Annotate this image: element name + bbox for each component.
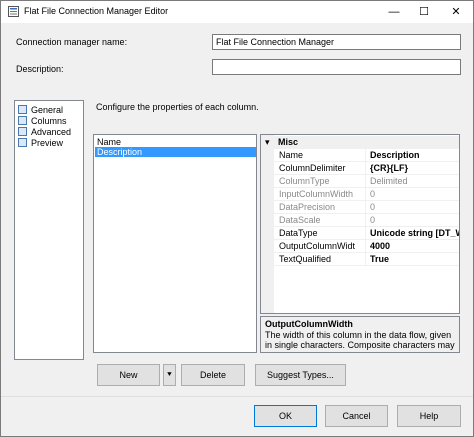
instruction-text: Configure the properties of each column. (96, 102, 259, 112)
description-label: Description: (16, 64, 64, 74)
nav-item-label: General (31, 104, 64, 115)
ok-button[interactable]: OK (254, 405, 317, 427)
property-value: 0 (370, 189, 376, 199)
minimize-icon[interactable]: — (379, 1, 409, 23)
property-row-data-type[interactable]: DataType Unicode string [DT_WSTR] (274, 227, 459, 240)
property-name: InputColumnWidth (279, 189, 354, 199)
preview-page-icon (18, 138, 27, 147)
nav-item-label: Columns (31, 115, 67, 126)
property-name: ColumnDelimiter (279, 163, 346, 173)
property-row-column-delimiter[interactable]: ColumnDelimiter {CR}{LF} (274, 162, 459, 175)
description-input[interactable] (212, 59, 461, 75)
nav-item-label: Preview (31, 137, 64, 148)
property-row-output-column-width[interactable]: OutputColumnWidtl 4000 (274, 240, 459, 253)
property-value: 0 (370, 215, 376, 225)
property-name: DataScale (279, 215, 321, 225)
property-row-name[interactable]: Name Description (274, 149, 459, 162)
nav-item-label: Advanced (31, 126, 72, 137)
suggest-types-button[interactable]: Suggest Types... (255, 364, 346, 386)
close-icon[interactable]: ✕ (441, 1, 471, 23)
property-row-data-scale[interactable]: DataScale 0 (274, 214, 459, 227)
new-dropdown-icon[interactable]: ⯆ (163, 364, 176, 386)
property-name: Name (279, 150, 304, 160)
nav-item-advanced[interactable]: Advanced (18, 126, 71, 137)
help-button[interactable]: Help (397, 405, 461, 427)
property-description-title: OutputColumnWidth (265, 319, 353, 329)
property-row-text-qualified[interactable]: TextQualified True (274, 253, 459, 266)
advanced-page-icon (18, 127, 27, 136)
page-nav: General Columns Advanced Preview (14, 100, 84, 360)
window-title: Flat File Connection Manager Editor (24, 6, 169, 16)
category-label: Misc (278, 137, 299, 147)
category-row[interactable]: ▾ Misc (261, 136, 459, 149)
property-value: 0 (370, 202, 376, 212)
connection-name-input[interactable]: Flat File Connection Manager (212, 34, 461, 50)
property-name: DataPrecision (279, 202, 336, 212)
property-value[interactable]: {CR}{LF} (370, 163, 459, 173)
columns-list[interactable]: Name Description (93, 134, 257, 353)
connection-name-label: Connection manager name: (16, 37, 128, 47)
property-name: TextQualified (279, 254, 332, 264)
property-row-column-type[interactable]: ColumnType Delimited (274, 175, 459, 188)
property-value[interactable]: 4000 (370, 241, 459, 251)
general-page-icon (18, 105, 27, 114)
property-value[interactable]: Unicode string [DT_WSTR] (370, 228, 459, 238)
list-item-selected[interactable]: Description (95, 147, 256, 157)
property-name: ColumnType (279, 176, 330, 186)
property-grid[interactable]: ▾ Misc Name Description ColumnDelimiter … (260, 134, 460, 314)
property-value: Delimited (370, 176, 408, 186)
nav-item-general[interactable]: General (18, 104, 63, 115)
property-name: OutputColumnWidtl (279, 241, 355, 251)
property-row-data-precision[interactable]: DataPrecision 0 (274, 201, 459, 214)
maximize-icon[interactable]: ☐ (409, 1, 439, 23)
dialog-window: Flat File Connection Manager Editor — ☐ … (0, 0, 474, 437)
columns-page-icon (18, 116, 27, 125)
delete-button[interactable]: Delete (181, 364, 245, 386)
nav-item-preview[interactable]: Preview (18, 137, 63, 148)
cancel-button[interactable]: Cancel (325, 405, 388, 427)
property-name: DataType (279, 228, 318, 238)
property-description-text: The width of this column in the data flo… (265, 330, 455, 351)
nav-item-columns[interactable]: Columns (18, 115, 67, 126)
property-value[interactable]: Description (370, 150, 459, 160)
list-item[interactable]: Name (95, 137, 256, 147)
property-row-input-column-width[interactable]: InputColumnWidth 0 (274, 188, 459, 201)
collapse-icon[interactable]: ▾ (265, 137, 270, 148)
new-button[interactable]: New (97, 364, 160, 386)
property-value[interactable]: True (370, 254, 459, 264)
title-bar[interactable]: Flat File Connection Manager Editor — ☐ … (1, 1, 473, 23)
property-description-box: OutputColumnWidth The width of this colu… (260, 316, 460, 353)
app-icon (8, 6, 19, 17)
